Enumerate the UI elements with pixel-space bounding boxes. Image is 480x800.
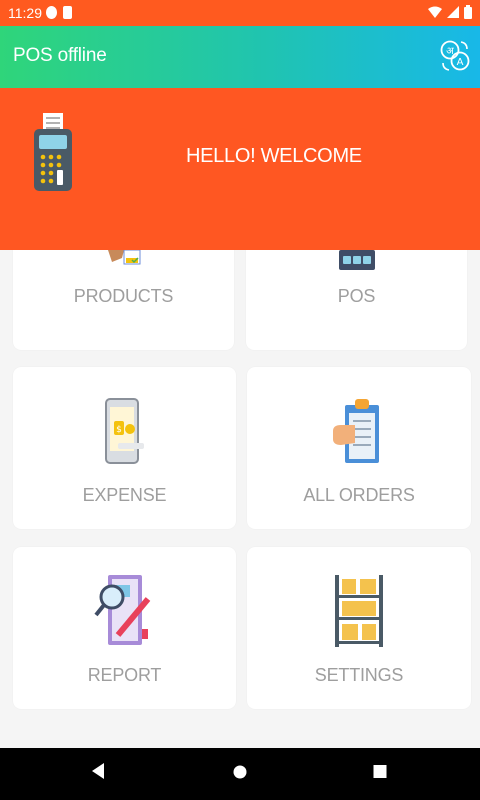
sim-icon <box>63 6 72 19</box>
signal-icon <box>447 6 459 18</box>
report-label: REPORT <box>87 665 162 685</box>
report-magnifier-icon <box>93 575 150 645</box>
app-bar: POS offline अ A <box>0 26 480 88</box>
welcome-text: HELLO! WELCOME <box>186 145 362 167</box>
expense-phone-icon: $ <box>104 398 144 464</box>
shelf-icon <box>335 575 383 647</box>
app-title: POS offline <box>13 45 107 66</box>
pos-card[interactable]: POS <box>246 250 467 350</box>
pos-label: POS <box>337 286 376 306</box>
battery-icon <box>464 5 472 19</box>
recents-icon[interactable] <box>372 762 388 780</box>
status-time: 11:29 <box>8 5 42 21</box>
menu-grid[interactable]: PRODUCTS POS $ EXPENSE ALL ORDERS REPORT… <box>0 250 480 748</box>
settings-label: SETTINGS <box>314 665 404 685</box>
all-orders-label: ALL ORDERS <box>303 485 415 505</box>
products-label: PRODUCTS <box>73 286 174 306</box>
system-nav-bar <box>0 748 480 800</box>
notification-icon <box>46 6 57 19</box>
products-icon <box>107 250 140 265</box>
status-bar: 11:29 <box>0 0 480 26</box>
translate-icon[interactable]: अ A <box>440 39 470 73</box>
settings-card[interactable]: SETTINGS <box>247 547 471 709</box>
svg-text:A: A <box>457 57 464 68</box>
svg-text:$: $ <box>116 425 122 435</box>
expense-card[interactable]: $ EXPENSE <box>13 367 236 529</box>
report-card[interactable]: REPORT <box>13 547 236 709</box>
welcome-banner: HELLO! WELCOME <box>0 88 480 250</box>
wifi-icon <box>428 6 442 18</box>
all-orders-card[interactable]: ALL ORDERS <box>247 367 471 529</box>
back-icon[interactable] <box>90 762 106 780</box>
svg-text:अ: अ <box>446 46 454 57</box>
expense-label: EXPENSE <box>82 485 167 505</box>
pos-register-icon <box>338 250 375 270</box>
orders-clipboard-icon <box>333 399 379 463</box>
pos-terminal-icon <box>34 113 72 191</box>
products-card[interactable]: PRODUCTS <box>13 250 234 350</box>
home-icon[interactable] <box>232 762 248 780</box>
